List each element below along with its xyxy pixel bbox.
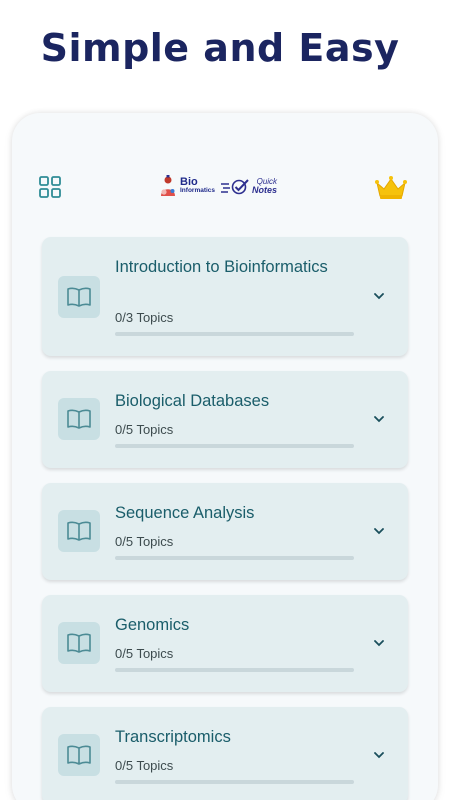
chapter-card[interactable]: Sequence Analysis 0/5 Topics: [42, 483, 408, 580]
chapter-card[interactable]: Transcriptomics 0/5 Topics: [42, 707, 408, 800]
chapter-topic-count: 0/3 Topics: [115, 310, 174, 325]
chapter-card[interactable]: Genomics 0/5 Topics: [42, 595, 408, 692]
book-icon: [67, 745, 91, 765]
chapter-title: Sequence Analysis: [115, 504, 255, 522]
chapter-title: Biological Databases: [115, 392, 270, 410]
chapter-topic-count: 0/5 Topics: [115, 422, 174, 437]
book-icon-tile: [58, 276, 100, 318]
chapter-title: Transcriptomics: [115, 728, 231, 746]
book-icon-tile: [58, 510, 100, 552]
grid-icon: [39, 176, 61, 198]
scientist-mascot-icon: [161, 175, 175, 196]
app-logo: Bio Informatics Quick Notes: [158, 175, 277, 197]
book-icon: [67, 409, 91, 429]
chapter-progress-bar: [115, 668, 354, 672]
book-icon-tile: [58, 622, 100, 664]
book-icon-tile: [58, 398, 100, 440]
chapter-progress-bar: [115, 444, 354, 448]
book-icon: [67, 287, 91, 307]
logo-informatics-text: Informatics: [180, 187, 216, 195]
checkmark-speed-icon: [221, 179, 249, 195]
promo-headline: Simple and Easy: [40, 26, 400, 70]
chevron-down-icon[interactable]: [372, 636, 386, 650]
chapter-topic-count: 0/5 Topics: [115, 534, 174, 549]
bioinformatics-logo: Bio Informatics: [158, 175, 215, 197]
chapter-title: Genomics: [115, 616, 190, 634]
quick-notes-logo: Quick Notes: [221, 177, 277, 195]
chapter-progress-bar: [115, 556, 354, 560]
book-icon: [67, 633, 91, 653]
chapter-progress-bar: [115, 780, 354, 784]
app-bar: Bio Informatics Quick Notes: [12, 113, 438, 233]
crown-icon: [375, 176, 407, 199]
chevron-down-icon[interactable]: [372, 748, 386, 762]
grid-menu-button[interactable]: [38, 175, 62, 199]
chapter-list: Introduction to Bioinformatics 0/3 Topic…: [42, 237, 408, 800]
chevron-down-icon[interactable]: [372, 412, 386, 426]
premium-button[interactable]: [374, 175, 408, 201]
chapter-card[interactable]: Introduction to Bioinformatics 0/3 Topic…: [42, 237, 408, 356]
chapter-topic-count: 0/5 Topics: [115, 758, 174, 773]
logo-notes-text: Notes: [252, 184, 278, 195]
chapter-progress-bar: [115, 332, 354, 336]
chapter-topic-count: 0/5 Topics: [115, 646, 174, 661]
app-screen: Bio Informatics Quick Notes Introduction…: [12, 113, 438, 800]
book-icon: [67, 521, 91, 541]
chevron-down-icon[interactable]: [372, 289, 386, 303]
chapter-title: Introduction to Bioinformatics: [115, 258, 328, 276]
chevron-down-icon[interactable]: [372, 524, 386, 538]
chapter-card[interactable]: Biological Databases 0/5 Topics: [42, 371, 408, 468]
book-icon-tile: [58, 734, 100, 776]
